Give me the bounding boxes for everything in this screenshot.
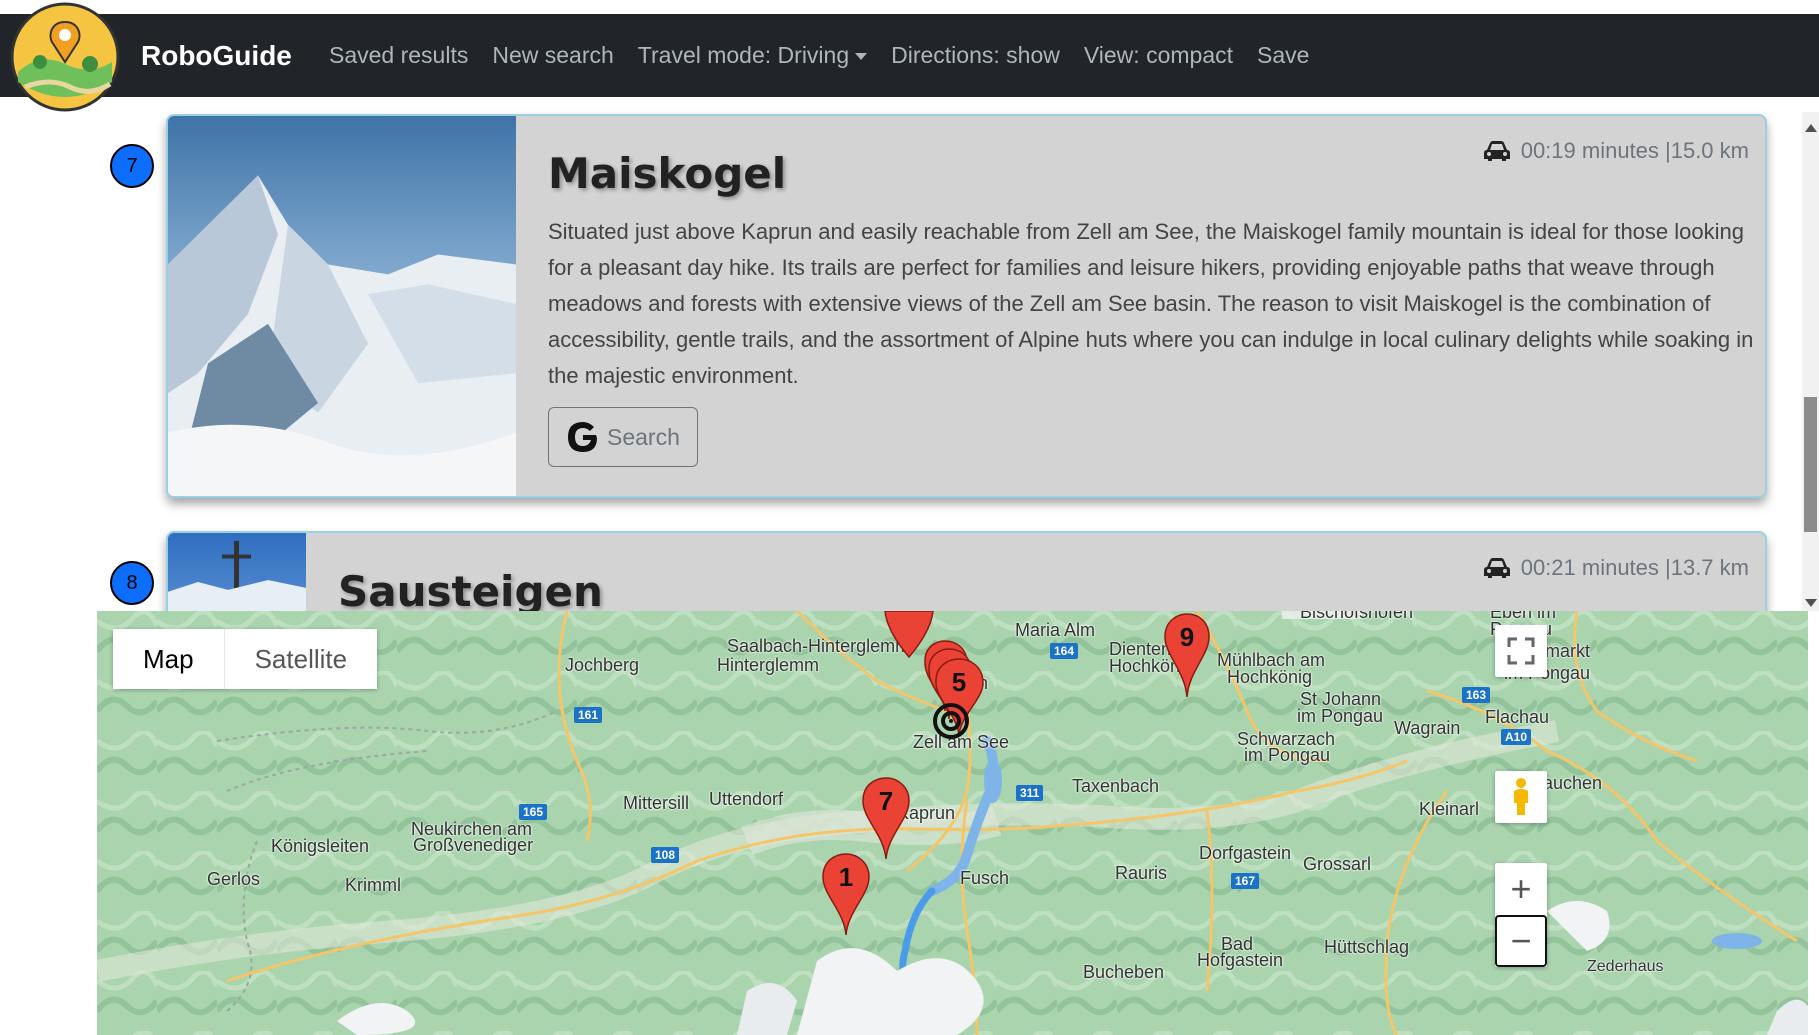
svg-text:1: 1	[839, 862, 853, 892]
maiskogel-image	[168, 116, 516, 496]
travel-time-distance: 00:19 minutes |15.0 km	[1520, 138, 1749, 163]
result-title: Maiskogel	[548, 149, 787, 198]
travel-mode-label: Travel mode: Driving	[637, 42, 850, 68]
search-button-label: Search	[607, 423, 680, 450]
car-icon	[1483, 558, 1510, 578]
map-marker-7[interactable]: 7	[862, 777, 910, 860]
directions-toggle[interactable]: Directions: show	[891, 42, 1060, 69]
zoom-in-button[interactable]: +	[1495, 863, 1547, 915]
travel-info: 00:21 minutes |13.7 km	[1483, 555, 1749, 581]
map-marker-9[interactable]: 9	[1164, 613, 1210, 698]
nav-menu: Saved results New search Travel mode: Dr…	[329, 14, 1333, 97]
map-type-control: Map Satellite	[113, 629, 378, 689]
result-number-badge: 8	[110, 561, 154, 605]
results-list[interactable]: 7 Maiskogel 00:19 minutes |15.0 km Situa…	[0, 97, 1802, 611]
svg-text:9: 9	[1180, 622, 1194, 652]
travel-time-distance: 00:21 minutes |13.7 km	[1520, 555, 1749, 580]
view-toggle[interactable]: View: compact	[1084, 42, 1233, 69]
new-search-link[interactable]: New search	[492, 42, 613, 69]
result-number-badge: 7	[110, 144, 154, 188]
top-strip	[0, 0, 1819, 14]
result-title: Sausteigen	[338, 567, 603, 611]
travel-info: 00:19 minutes |15.0 km	[1483, 138, 1749, 164]
sausteigen-image	[168, 533, 306, 611]
zoom-out-button[interactable]: −	[1495, 915, 1547, 967]
brand-title[interactable]: RoboGuide	[141, 14, 292, 97]
map-view[interactable]: Saalbach-Hinterglemm Hinterglemm Jochber…	[97, 611, 1808, 1035]
caret-down-icon	[855, 53, 868, 61]
result-card-maiskogel[interactable]: Maiskogel 00:19 minutes |15.0 km Situate…	[166, 114, 1767, 498]
map-marker-top-partial[interactable]	[884, 611, 934, 659]
street-view-button[interactable]	[1495, 771, 1547, 823]
map-type-satellite-button[interactable]: Satellite	[223, 629, 378, 689]
fullscreen-button[interactable]	[1495, 625, 1547, 677]
google-g-icon	[568, 422, 597, 452]
result-card-sausteigen[interactable]: Sausteigen 00:21 minutes |13.7 km	[166, 531, 1767, 611]
map-type-map-button[interactable]: Map	[113, 629, 224, 689]
google-search-button[interactable]: Search	[548, 407, 698, 467]
roboguide-logo-icon[interactable]	[10, 2, 120, 112]
save-link[interactable]: Save	[1257, 42, 1309, 69]
fullscreen-icon	[1507, 637, 1535, 665]
scroll-thumb[interactable]	[1804, 397, 1817, 532]
svg-text:5: 5	[952, 667, 966, 697]
svg-text:7: 7	[879, 786, 893, 816]
travel-mode-dropdown[interactable]: Travel mode: Driving	[637, 42, 868, 69]
results-scrollbar[interactable]	[1802, 112, 1819, 611]
scroll-up-arrow-icon[interactable]	[1802, 118, 1819, 132]
pegman-icon	[1514, 778, 1528, 815]
zoom-control: + −	[1495, 863, 1547, 967]
map-marker-1[interactable]: 1	[822, 853, 870, 936]
car-icon	[1483, 141, 1510, 161]
scroll-down-arrow-icon[interactable]	[1802, 593, 1819, 607]
result-description: Situated just above Kaprun and easily re…	[548, 219, 1754, 388]
saved-results-link[interactable]: Saved results	[329, 42, 468, 69]
